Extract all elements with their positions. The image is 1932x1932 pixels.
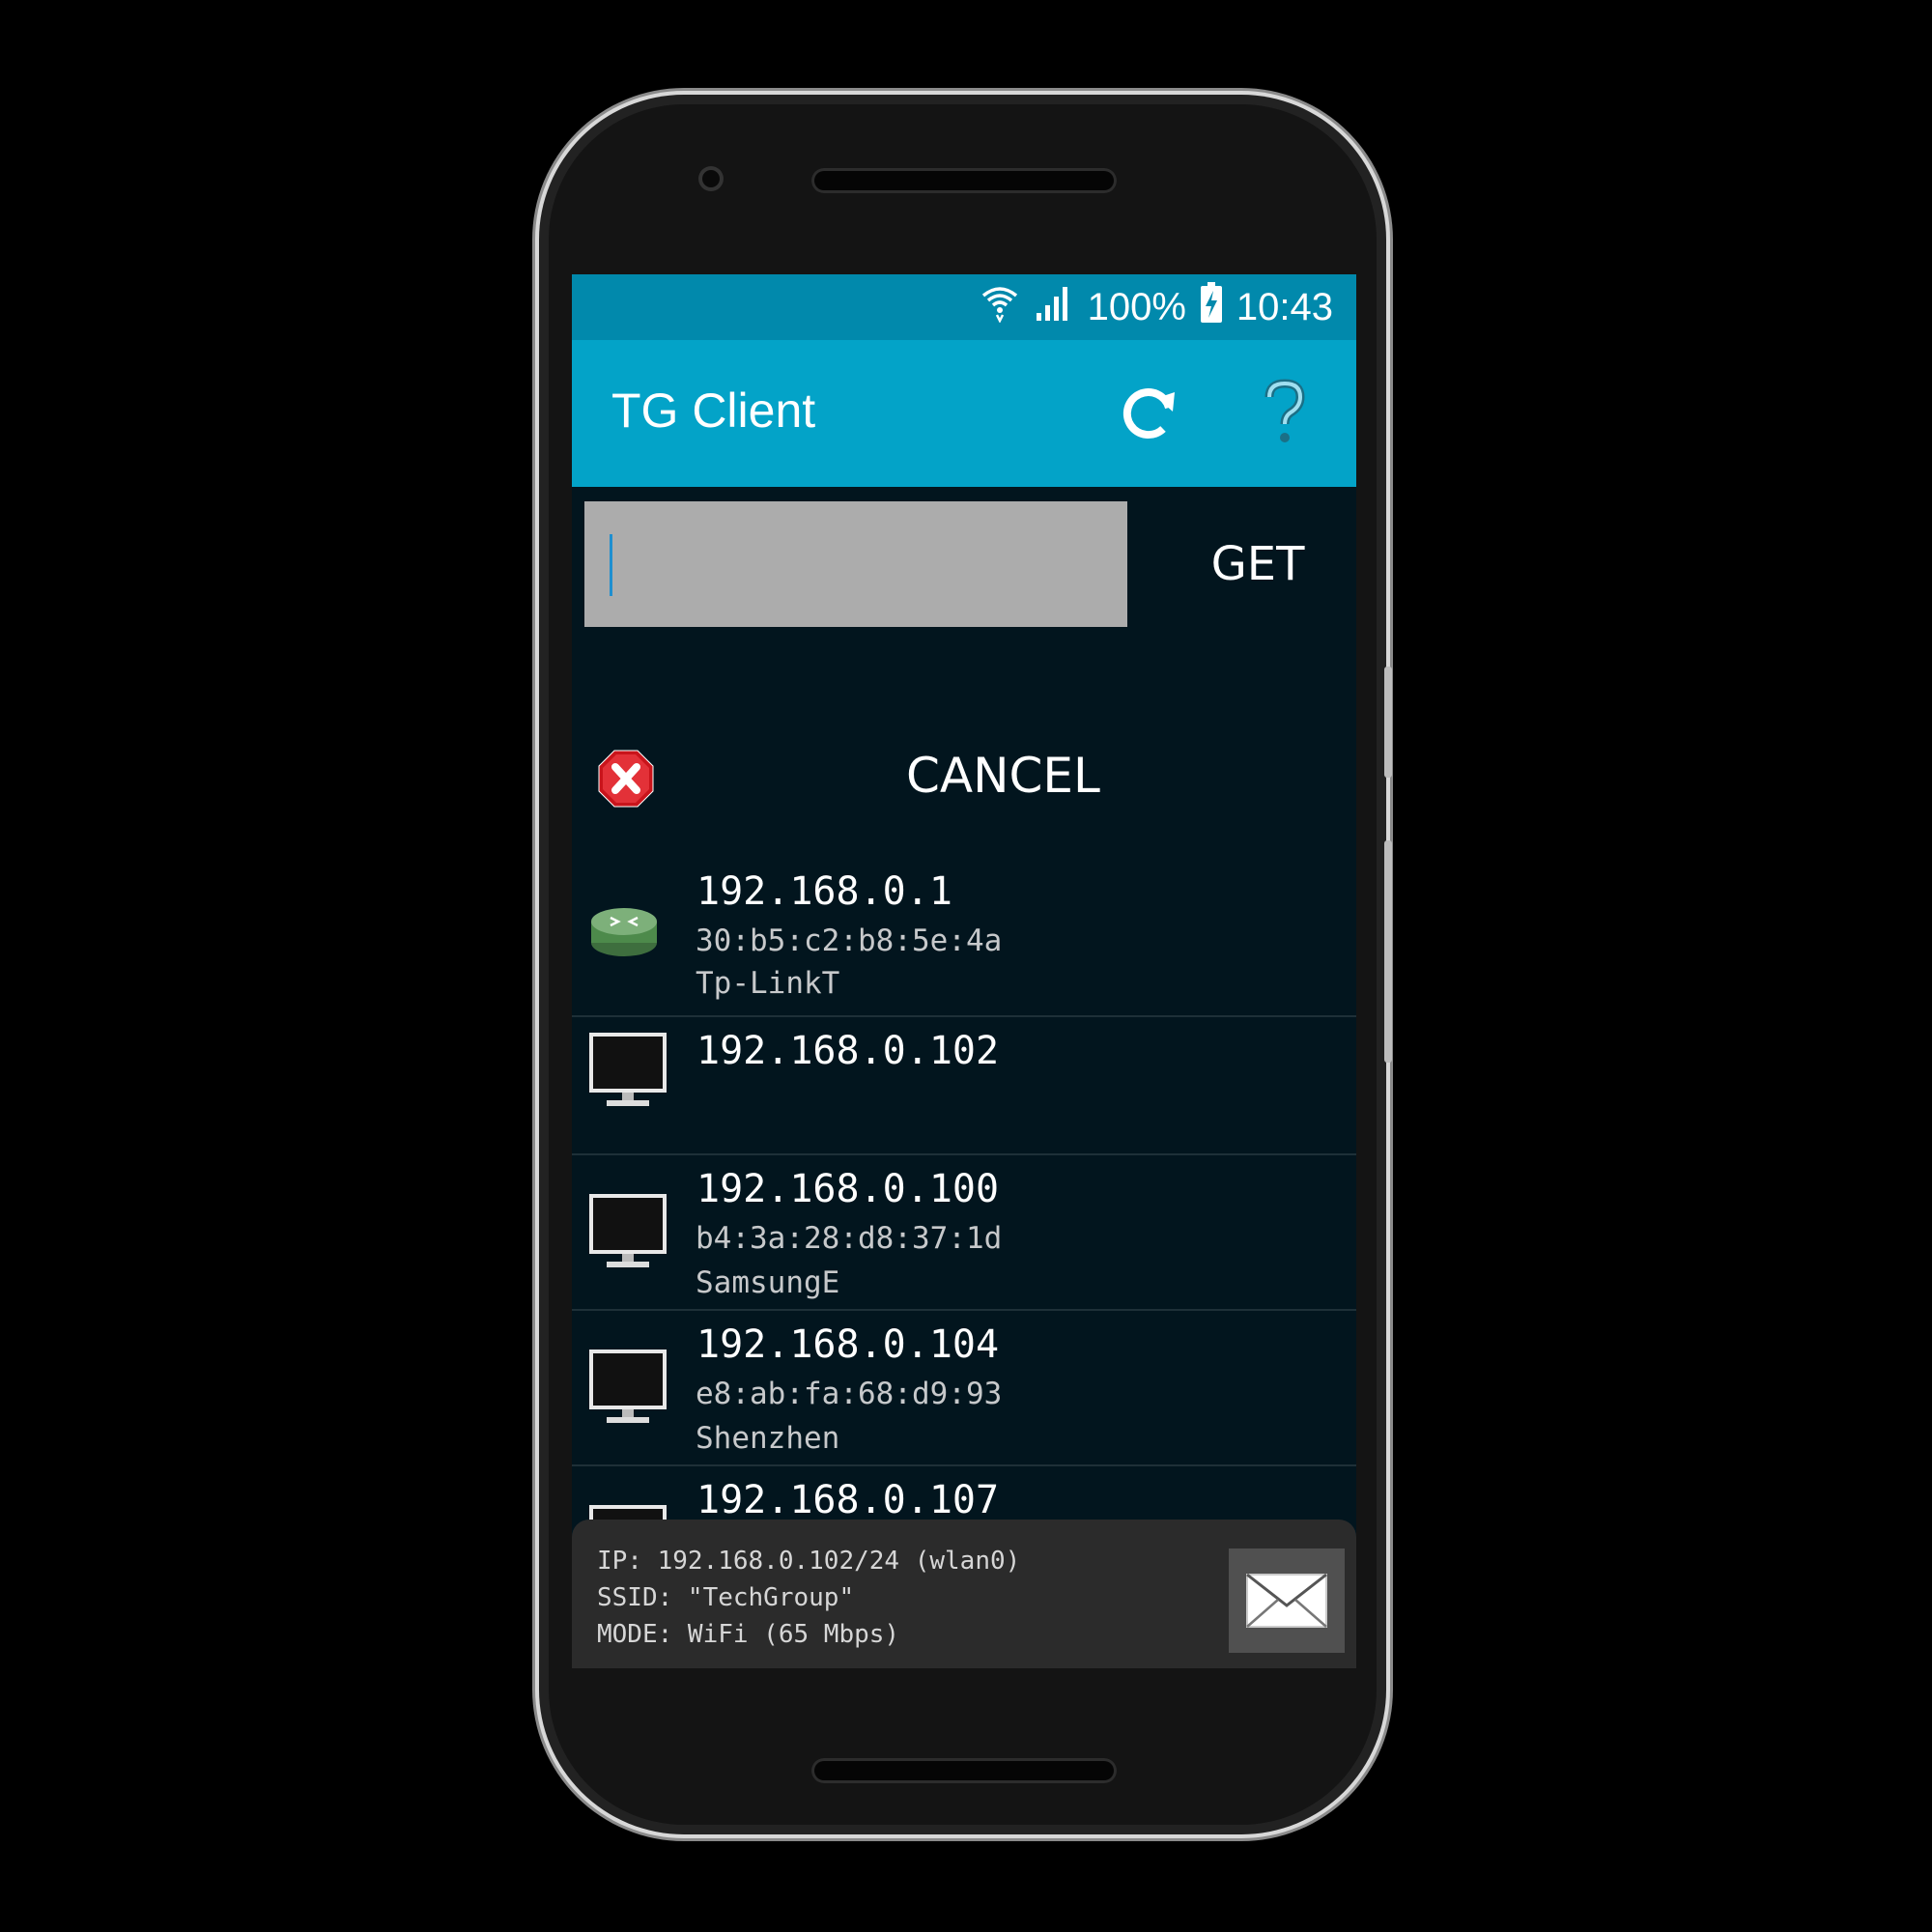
device-mac: b4:3a:28:d8:37:1d <box>696 1221 1003 1256</box>
device-ip: 192.168.0.1 <box>696 869 952 914</box>
address-input[interactable] <box>584 501 1127 627</box>
device-vendor: SamsungE <box>696 1265 840 1300</box>
front-camera <box>698 166 724 191</box>
mail-icon <box>1246 1573 1327 1628</box>
info-mode: MODE: WiFi (65 Mbps) <box>597 1620 900 1649</box>
monitor-icon <box>589 1194 667 1267</box>
battery-percent: 100% <box>1087 285 1186 328</box>
send-mail-button[interactable] <box>1229 1548 1345 1653</box>
device-mac: 30:b5:c2:b8:5e:4a <box>696 923 1003 958</box>
router-icon <box>591 908 657 956</box>
monitor-icon <box>589 1350 667 1423</box>
device-ip: 192.168.0.102 <box>696 1029 1000 1073</box>
device-mac: e8:ab:fa:68:d9:93 <box>696 1377 1003 1411</box>
refresh-button[interactable] <box>1105 369 1192 456</box>
side-button-power <box>1384 840 1392 1063</box>
refresh-icon <box>1122 388 1175 439</box>
wifi-icon <box>980 282 1020 332</box>
cancel-stop-icon <box>598 750 654 808</box>
battery-charging-icon <box>1200 281 1223 333</box>
device-row[interactable]: 192.168.0.102 <box>572 1017 1356 1155</box>
device-ip: 192.168.0.100 <box>696 1167 1000 1211</box>
network-info-panel: IP: 192.168.0.102/24 (wlan0) SSID: "Tech… <box>572 1520 1356 1668</box>
monitor-icon <box>589 1033 667 1106</box>
top-speaker <box>811 168 1117 193</box>
device-ip: 192.168.0.104 <box>696 1322 1000 1367</box>
bottom-speaker <box>811 1758 1117 1783</box>
get-button[interactable]: GET <box>1171 501 1345 627</box>
help-button[interactable] <box>1241 369 1328 456</box>
cell-signal-icon <box>1034 282 1074 332</box>
device-vendor: Tp-LinkT <box>696 966 840 1001</box>
text-caret <box>610 534 612 596</box>
screen: 100% 10:43 TG Client GET CANCEL 192.168.… <box>572 274 1356 1668</box>
search-row: GET <box>572 487 1356 627</box>
clock: 10:43 <box>1236 285 1333 328</box>
help-icon <box>1264 379 1305 442</box>
status-bar: 100% 10:43 <box>572 274 1356 340</box>
info-ssid: SSID: "TechGroup" <box>597 1583 855 1612</box>
cancel-button[interactable]: CANCEL <box>572 719 1356 830</box>
app-title: TG Client <box>611 384 816 438</box>
app-bar: TG Client <box>572 340 1356 487</box>
side-button-volume <box>1384 667 1392 778</box>
device-row[interactable]: 192.168.0.104 e8:ab:fa:68:d9:93 Shenzhen <box>572 1311 1356 1466</box>
info-ip: IP: 192.168.0.102/24 (wlan0) <box>597 1547 1021 1576</box>
device-row[interactable]: 192.168.0.100 b4:3a:28:d8:37:1d SamsungE <box>572 1155 1356 1311</box>
device-vendor: Shenzhen <box>696 1421 840 1456</box>
device-ip: 192.168.0.107 <box>696 1478 1000 1522</box>
device-list: 192.168.0.1 30:b5:c2:b8:5e:4a Tp-LinkT 1… <box>572 862 1356 1620</box>
cancel-label: CANCEL <box>906 748 1100 804</box>
device-row[interactable]: 192.168.0.1 30:b5:c2:b8:5e:4a Tp-LinkT <box>572 862 1356 1017</box>
